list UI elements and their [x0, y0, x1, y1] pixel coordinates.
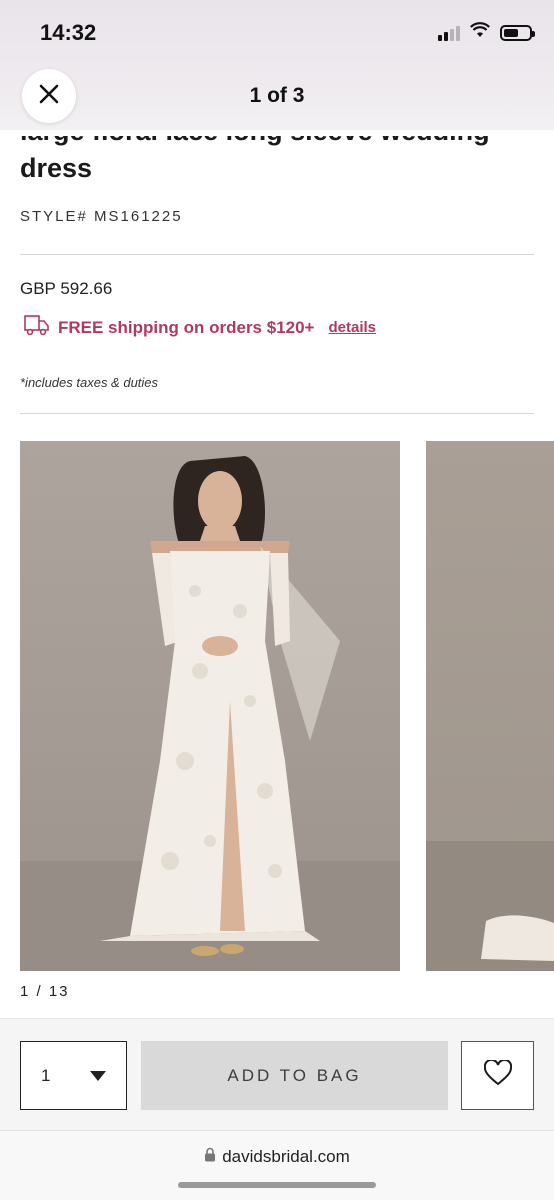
url-display[interactable]: davidsbridal.com — [0, 1147, 554, 1167]
divider — [20, 254, 534, 255]
price: GBP 592.66 — [20, 279, 113, 298]
shipping-text: FREE shipping on orders $120+ — [58, 317, 315, 337]
url-text: davidsbridal.com — [222, 1147, 350, 1166]
status-icons — [438, 22, 535, 43]
image-counter: 1 / 13 — [20, 983, 70, 1000]
style-number: STYLE# MS161225 — [20, 208, 183, 225]
battery-icon — [500, 24, 535, 41]
product-image[interactable] — [20, 441, 400, 971]
home-indicator — [178, 1182, 376, 1188]
shipping-details-link[interactable]: details — [328, 319, 376, 336]
wifi-icon — [470, 22, 490, 43]
page-title: 1 of 3 — [249, 84, 305, 107]
divider — [20, 413, 534, 414]
signal-icon — [438, 25, 460, 41]
add-to-bag-button[interactable]: ADD TO BAG — [141, 1041, 448, 1110]
product-title: dress — [20, 153, 93, 183]
wishlist-button[interactable] — [461, 1041, 534, 1110]
quantity-value: 1 — [41, 1065, 51, 1085]
next-photo-illustration — [426, 841, 554, 971]
next-product-image[interactable] — [426, 441, 554, 971]
quantity-select[interactable]: 1 — [20, 1041, 127, 1110]
status-time: 14:32 — [40, 20, 97, 45]
chevron-down-icon — [90, 1070, 106, 1081]
dress-photo-illustration — [20, 456, 400, 971]
truck-icon — [24, 314, 50, 341]
taxes-note: *includes taxes & duties — [20, 375, 159, 390]
heart-icon — [483, 1058, 512, 1091]
shipping-info: FREE shipping on orders $120+ details — [24, 314, 376, 341]
product-title-partial: large floral lace long sleeve wedding — [20, 136, 490, 148]
lock-icon — [204, 1147, 216, 1167]
